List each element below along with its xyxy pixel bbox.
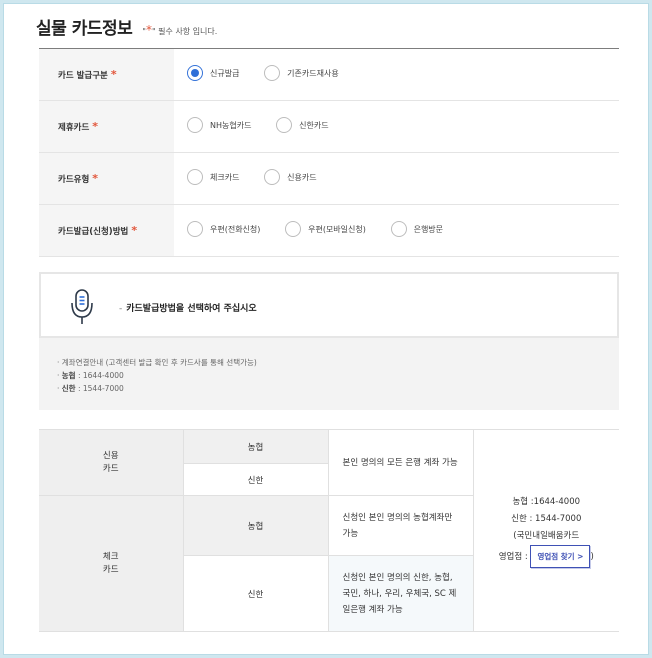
radio-option-bank-visit[interactable]: 은행방문 [390,221,444,237]
bullet: · [57,358,60,367]
radio-label: 우편(전화신청) [210,224,261,234]
form-label-text: 제휴카드 [58,123,90,133]
radio-option-mail-phone[interactable]: 우편(전화신청) [187,221,260,237]
account-info-table: 신용카드 농협 본인 명의의 모든 은행 계좌 가능 농협 :1644-4000… [39,429,619,632]
info-label: 신한 [61,384,76,393]
page-title: 실물 카드정보 [36,19,133,39]
guide-message: - 카드발급방법을 선택하여 주십시오 [119,301,257,314]
radio-unchecked-icon[interactable] [390,221,407,237]
contact-shinhan: 신한 : 1544-7000 [511,513,582,524]
required-star-icon: * [92,120,99,133]
guide-info-list: · 계좌연결안내 (고객센터 발급 확인 후 카드사를 통해 선택가능) · 농… [57,356,257,395]
contact-kb: (국민내일배움카드 [513,530,580,541]
category-check-card: 체크카드 [39,495,184,632]
category-text: 체크 [102,551,119,562]
radio-unchecked-icon[interactable] [187,117,203,133]
bank-cell: 신한 [183,463,328,496]
radio-option-mail-mobile[interactable]: 우편(모바일신청) [285,221,366,237]
desc-cell: 신청인 본인 명의의 농협계좌만 가능 [327,495,473,556]
bullet: · [57,384,60,393]
radio-unchecked-icon[interactable] [187,221,203,237]
bullet: · [57,371,60,380]
form-label: 카드 발급구분 * [39,48,174,101]
card-info-form: 카드 발급구분 * 신규발급 기존카드재사용 제휴카드 * NH농협카드 신한카드 … [39,48,619,257]
desc-cell: 신청인 본인 명의의 신한, 농협, 국민, 하나, 우리, 우체국, SC 제… [327,555,473,632]
info-text: 계좌연결안내 (고객센터 발급 확인 후 카드사를 통해 선택가능) [61,358,257,367]
radio-checked-icon[interactable] [187,65,203,81]
branch-row: 영업점 : 영업점 찾기 >) [474,544,620,568]
contact-nh: 농협 :1644-4000 [512,496,581,507]
find-branch-button[interactable]: 영업점 찾기 > [530,544,591,568]
guide-message-box: - 카드발급방법을 선택하여 주십시오 [39,272,619,338]
radio-option-nh-card[interactable]: NH농협카드 [187,117,251,133]
desc-cell: 본인 명의의 모든 은행 계좌 가능 [327,429,474,496]
category-text: 카드 [102,463,119,474]
form-row-issue-type: 카드 발급구분 * 신규발급 기존카드재사용 [39,48,619,101]
radio-option-credit-card[interactable]: 신용카드 [264,169,317,185]
radio-option-check-card[interactable]: 체크카드 [187,169,239,185]
category-credit-card: 신용카드 [39,429,184,496]
required-star-icon: * [92,172,99,185]
bank-cell: 농협 [182,429,329,464]
guide-message-text: 카드발급방법을 선택하여 주십시오 [126,304,257,314]
guide-dash: - [119,304,123,314]
list-item: · 계좌연결안내 (고객센터 발급 확인 후 카드사를 통해 선택가능) [57,356,257,369]
form-label: 카드발급(신청)방법 * [39,204,174,257]
section-header: 실물 카드정보 "*" 필수 사항 입니다. [36,14,217,39]
required-note: "*" 필수 사항 입니다. [142,23,217,37]
info-label: 농협 [61,371,76,380]
branch-label: 영업점 : [498,551,528,562]
radio-label: 우편(모바일신청) [308,224,366,234]
form-label-text: 카드발급(신청)방법 [58,227,129,237]
issue-guide-panel: - 카드발급방법을 선택하여 주십시오 · 계좌연결안내 (고객센터 발급 확인 … [39,272,619,410]
radio-unchecked-icon[interactable] [285,221,302,237]
radio-group-issue-type: 신규발급 기존카드재사용 [174,48,619,101]
radio-option-shinhan-card[interactable]: 신한카드 [276,117,329,133]
radio-label: 신한카드 [299,120,329,130]
radio-label: 은행방문 [413,224,444,234]
radio-label: 기존카드재사용 [287,68,339,78]
radio-group-partner-card: NH농협카드 신한카드 [174,100,619,153]
list-item: · 농협 : 1644-4000 [57,369,257,382]
form-label-text: 카드유형 [58,175,90,185]
page-frame: 실물 카드정보 "*" 필수 사항 입니다. 카드 발급구분 * 신규발급 기존카… [3,3,649,655]
radio-unchecked-icon[interactable] [264,169,281,185]
info-text: : 1544-7000 [75,384,124,393]
form-row-card-type: 카드유형 * 체크카드 신용카드 [39,152,619,205]
radio-group-issue-method: 우편(전화신청) 우편(모바일신청) 은행방문 [174,204,619,257]
radio-group-card-type: 체크카드 신용카드 [174,152,619,205]
form-row-partner-card: 제휴카드 * NH농협카드 신한카드 [39,100,619,153]
radio-label: 신용카드 [287,172,317,182]
required-note-text: " 필수 사항 입니다. [151,27,218,36]
contact-cell: 농협 :1644-4000 신한 : 1544-7000 (국민내일배움카드 영… [472,429,620,632]
form-label-text: 카드 발급구분 [58,71,108,81]
branch-close: ) [590,551,594,562]
radio-unchecked-icon[interactable] [187,169,203,185]
list-item: · 신한 : 1544-7000 [57,382,257,395]
radio-option-reuse-card[interactable]: 기존카드재사용 [264,65,339,81]
table-row: 신용카드 농협 본인 명의의 모든 은행 계좌 가능 농협 :1644-4000… [39,429,619,632]
form-label: 제휴카드 * [39,100,174,153]
required-star-icon: * [131,224,138,237]
bank-cell: 농협 [182,495,329,556]
radio-unchecked-icon[interactable] [276,117,293,133]
bank-cell: 신한 [183,555,329,632]
radio-label: NH농협카드 [210,120,252,130]
form-row-issue-method: 카드발급(신청)방법 * 우편(전화신청) 우편(모바일신청) 은행방문 [39,204,619,257]
radio-unchecked-icon[interactable] [264,65,281,81]
microphone-icon [69,288,95,330]
radio-option-new-issue[interactable]: 신규발급 [187,65,239,81]
category-text: 카드 [102,564,119,575]
category-text: 신용 [102,450,119,461]
info-text: : 1644-4000 [75,371,124,380]
radio-label: 체크카드 [210,172,240,182]
required-star-icon: * [110,68,117,81]
radio-label: 신규발급 [210,68,240,78]
form-label: 카드유형 * [39,152,174,205]
